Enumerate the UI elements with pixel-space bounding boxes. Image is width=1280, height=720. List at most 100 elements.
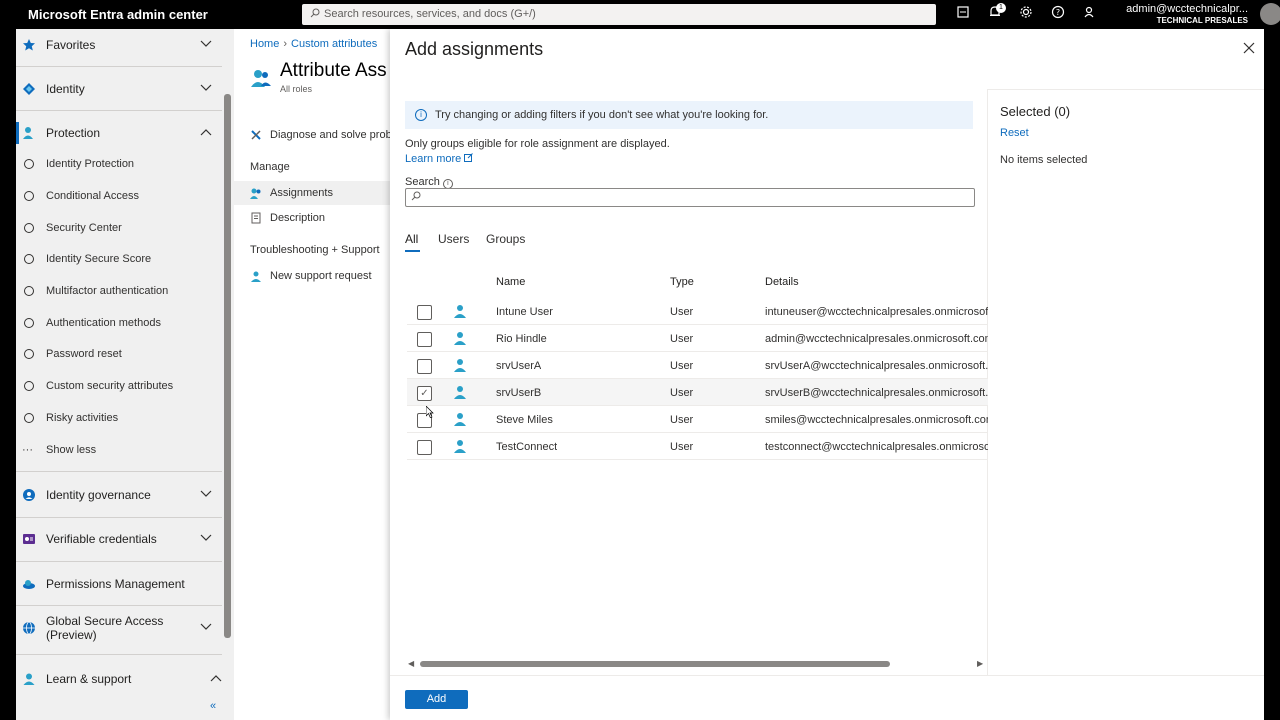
- nav-security-center[interactable]: Security Center: [16, 214, 234, 242]
- panel-title: Add assignments: [405, 39, 544, 59]
- row-checkbox[interactable]: [417, 305, 432, 320]
- row-type: User: [670, 414, 694, 426]
- nav-sub-label: Conditional Access: [46, 190, 139, 202]
- table-row[interactable]: ✓ srvUserB User srvUserB@wcctechnicalpre…: [407, 379, 988, 406]
- nav-protection[interactable]: Protection: [16, 113, 234, 153]
- table-row[interactable]: srvUserA User srvUserA@wcctechnicalpresa…: [407, 352, 988, 379]
- row-checkbox-hover[interactable]: ✓: [417, 386, 432, 401]
- row-details: smiles@wcctechnicalpresales.onmicrosoft.…: [765, 414, 988, 426]
- user-icon: [453, 304, 467, 318]
- nav-learn-support[interactable]: Learn & support: [16, 659, 234, 699]
- table-row[interactable]: TestConnect User testconnect@wcctechnica…: [407, 433, 988, 460]
- chevron-down-icon: [200, 489, 212, 501]
- row-details: testconnect@wcctechnicalpresales.onmicro…: [765, 441, 988, 453]
- nav-permissions-management-label: Permissions Management: [46, 577, 185, 591]
- info-banner: i Try changing or adding filters if you …: [405, 101, 973, 129]
- nav-password-reset[interactable]: Password reset: [16, 340, 234, 368]
- shield-icon: [24, 191, 34, 201]
- row-type: User: [670, 441, 694, 453]
- help-icon[interactable]: ?: [1049, 5, 1067, 23]
- nav-favorites[interactable]: Favorites: [16, 25, 234, 65]
- new-support-request-item[interactable]: New support request: [234, 264, 390, 288]
- nav-conditional-access[interactable]: Conditional Access: [16, 182, 234, 210]
- row-type: User: [670, 333, 694, 345]
- column-header-name[interactable]: Name: [496, 276, 525, 288]
- nav-permissions-management[interactable]: Permissions Management: [16, 564, 234, 604]
- row-checkbox[interactable]: [417, 440, 432, 455]
- row-details: intuneuser@wcctechnicalpresales.onmicros…: [765, 306, 988, 318]
- nav-multifactor-authentication[interactable]: Multifactor authentication: [16, 277, 234, 305]
- gear-icon[interactable]: [1017, 5, 1035, 23]
- table-horizontal-scrollbar[interactable]: [420, 661, 890, 667]
- search-input[interactable]: [405, 188, 975, 207]
- attribute-assignments-blade: Home › Custom attributes Attribute Ass All…: [234, 29, 400, 720]
- chevron-down-icon: [200, 83, 212, 95]
- brand-title[interactable]: Microsoft Entra admin center: [28, 7, 208, 22]
- nav-gsa-line2: (Preview): [46, 628, 97, 642]
- nav-custom-security-attributes[interactable]: Custom security attributes: [16, 372, 234, 400]
- mouse-cursor-icon: [425, 405, 434, 419]
- key-icon: [24, 349, 34, 359]
- breadcrumb-custom-attributes[interactable]: Custom attributes: [291, 38, 377, 50]
- new-support-label: New support request: [270, 270, 372, 282]
- nav-scrollbar[interactable]: [224, 94, 231, 638]
- nav-global-secure-access[interactable]: Global Secure Access (Preview): [16, 608, 234, 648]
- column-header-type[interactable]: Type: [670, 276, 694, 288]
- assignments-menu-item[interactable]: Assignments: [234, 181, 390, 205]
- learn-more-link[interactable]: Learn more: [405, 153, 474, 165]
- row-checkbox[interactable]: [417, 359, 432, 374]
- nav-sub-label: Risky activities: [46, 412, 119, 424]
- collapse-nav-button[interactable]: «: [210, 700, 216, 712]
- shield-icon: [24, 159, 34, 169]
- table-row[interactable]: Intune User User intuneuser@wcctechnical…: [407, 298, 988, 325]
- divider: [16, 110, 222, 111]
- tab-groups[interactable]: Groups: [486, 232, 525, 246]
- divider: [16, 605, 222, 606]
- add-button[interactable]: Add: [405, 690, 468, 709]
- info-text: Try changing or adding filters if you do…: [435, 109, 769, 121]
- breadcrumb: Home › Custom attributes: [250, 38, 377, 50]
- account-org: TECHNICAL PRESALES: [1156, 16, 1248, 25]
- copilot-icon[interactable]: [954, 5, 972, 23]
- breadcrumb-home[interactable]: Home: [250, 38, 279, 50]
- tab-users[interactable]: Users: [438, 232, 469, 246]
- nav-identity-governance[interactable]: Identity governance: [16, 475, 234, 515]
- column-header-details[interactable]: Details: [765, 276, 799, 288]
- left-edge: [0, 29, 16, 720]
- account-menu[interactable]: admin@wcctechnicalpr... TECHNICAL PRESAL…: [1126, 3, 1248, 25]
- reset-link[interactable]: Reset: [1000, 127, 1029, 139]
- description-menu-item[interactable]: Description: [234, 206, 390, 230]
- row-checkbox[interactable]: [417, 332, 432, 347]
- learn-support-icon: [22, 672, 36, 686]
- ellipsis-icon: ···: [22, 444, 33, 456]
- key-icon: [24, 318, 34, 328]
- user-icon: [453, 358, 467, 372]
- scroll-left-arrow[interactable]: ◀: [408, 659, 414, 668]
- chevron-up-icon: [210, 673, 222, 685]
- nav-gsa-line1: Global Secure Access: [46, 614, 164, 628]
- nav-authentication-methods[interactable]: Authentication methods: [16, 309, 234, 337]
- nav-risky-activities[interactable]: Risky activities: [16, 404, 234, 432]
- nav-identity-protection[interactable]: Identity Protection: [16, 150, 234, 178]
- close-icon[interactable]: [1243, 41, 1255, 57]
- scroll-right-arrow[interactable]: ▶: [977, 659, 983, 668]
- account-user: admin@wcctechnicalpr...: [1126, 3, 1248, 15]
- row-type: User: [670, 387, 694, 399]
- feedback-icon[interactable]: [1081, 5, 1099, 23]
- eligibility-note: Only groups eligible for role assignment…: [405, 138, 670, 150]
- global-search-input[interactable]: Search resources, services, and docs (G+…: [302, 4, 936, 25]
- avatar[interactable]: [1260, 3, 1280, 25]
- user-icon: [453, 439, 467, 453]
- nav-identity-governance-label: Identity governance: [46, 488, 151, 502]
- nav-verifiable-credentials[interactable]: Verifiable credentials: [16, 519, 234, 559]
- table-row[interactable]: Steve Miles User smiles@wcctechnicalpres…: [407, 406, 988, 433]
- table-row[interactable]: Rio Hindle User admin@wcctechnicalpresal…: [407, 325, 988, 352]
- tab-all[interactable]: All: [405, 232, 418, 246]
- divider: [16, 471, 222, 472]
- users-group-icon: [250, 67, 272, 89]
- nav-identity[interactable]: Identity: [16, 69, 234, 109]
- nav-global-secure-access-label: Global Secure Access (Preview): [46, 614, 163, 642]
- nav-show-less[interactable]: ··· Show less: [16, 436, 234, 464]
- diagnose-menu-item[interactable]: Diagnose and solve proble: [234, 123, 400, 147]
- nav-identity-secure-score[interactable]: Identity Secure Score: [16, 245, 234, 273]
